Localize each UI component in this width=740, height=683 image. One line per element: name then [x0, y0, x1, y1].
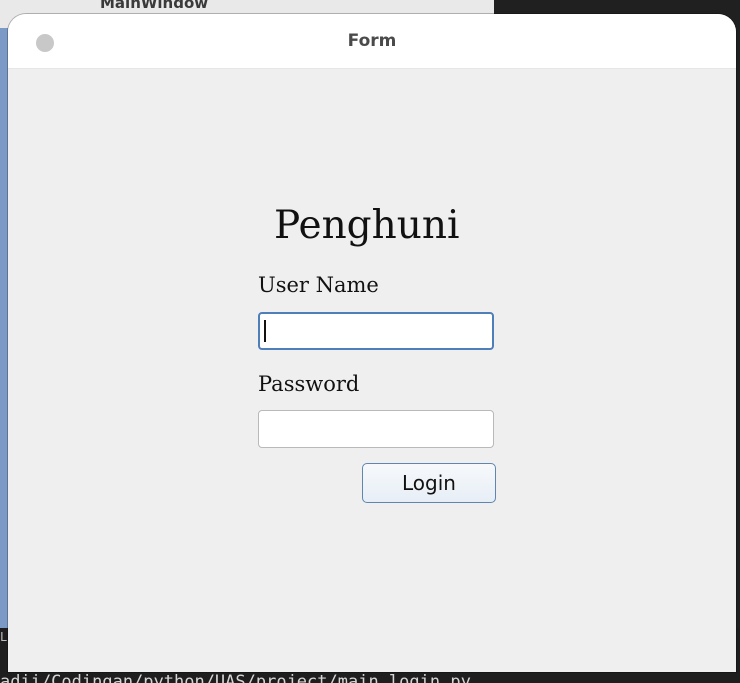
background-window-title: MainWindow — [100, 0, 209, 12]
login-button[interactable]: Login — [362, 463, 496, 503]
background-window-strip — [0, 28, 8, 628]
terminal-output-line: adii/Codingan/python/UAS/project/main_lo… — [0, 672, 471, 683]
form-content: Penghuni User Name Password Login — [8, 68, 736, 672]
window-title: Form — [347, 31, 397, 51]
password-input[interactable] — [258, 410, 494, 448]
text-cursor — [264, 320, 266, 342]
app-title: Penghuni — [274, 203, 460, 248]
terminal-left-mark: L — [0, 630, 8, 644]
form-window: Form Penghuni User Name Password Login — [8, 14, 736, 672]
desktop: MainWindow L adii/Codingan/python/UAS/pr… — [0, 0, 740, 683]
password-label: Password — [258, 372, 360, 396]
title-bar[interactable]: Form — [8, 14, 736, 69]
username-label: User Name — [258, 273, 379, 297]
username-input[interactable] — [258, 312, 494, 350]
